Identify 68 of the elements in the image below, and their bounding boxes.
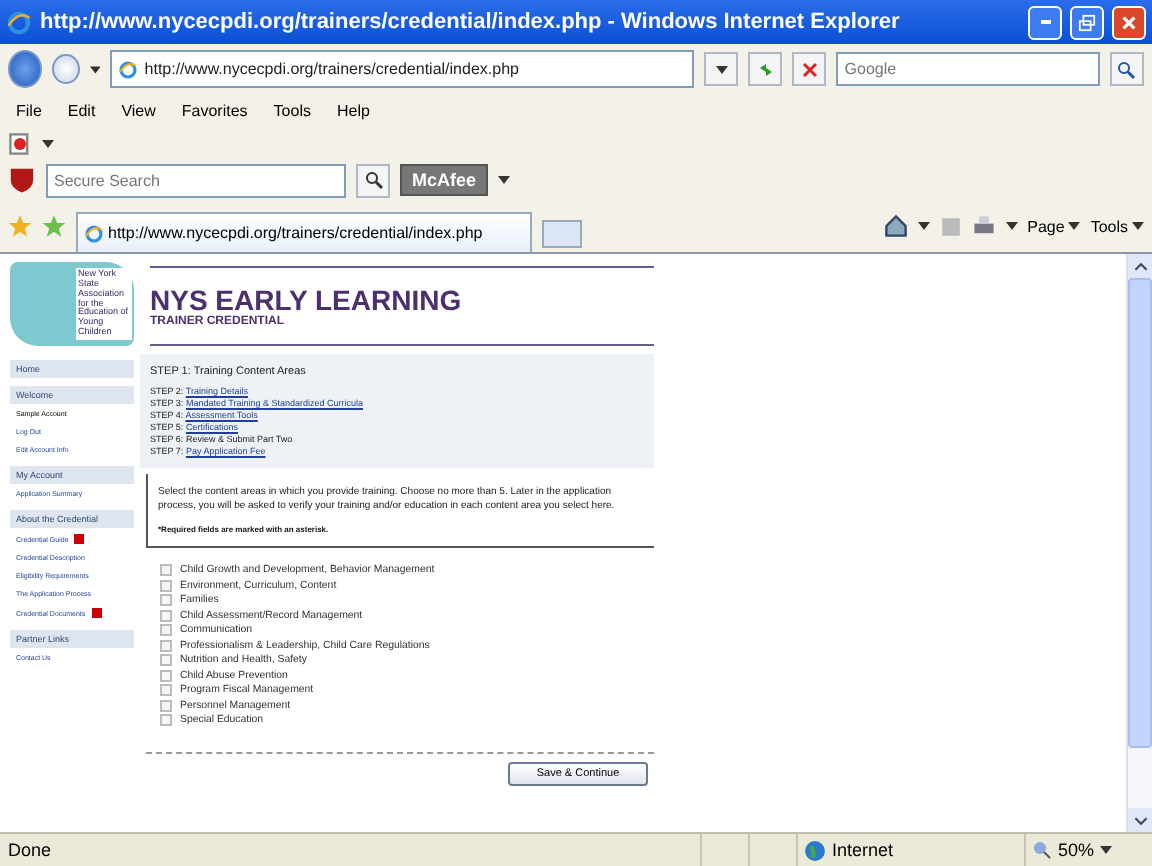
checkbox[interactable] (160, 564, 172, 577)
menu-item[interactable]: Help (328, 101, 378, 119)
caret-icon[interactable] (1005, 222, 1018, 230)
shield-icon (8, 166, 36, 194)
caret-icon[interactable] (42, 139, 54, 147)
close-button[interactable] (1112, 5, 1146, 39)
menu-item[interactable]: Tools (265, 101, 319, 119)
caret-icon[interactable] (1068, 222, 1081, 230)
command-menu-button[interactable]: Tools (1090, 217, 1144, 235)
menu-item[interactable]: File (8, 101, 50, 119)
zoom-level[interactable]: 50% (1058, 840, 1095, 860)
command-menu-button[interactable]: Page (1027, 217, 1081, 235)
ie-logo-icon (84, 223, 104, 243)
status-text: Done (6, 840, 54, 860)
checkbox[interactable] (160, 609, 172, 622)
url-text: http://www.nycecpdi.org/trainers/credential/index.php (144, 60, 519, 78)
checkbox[interactable] (160, 579, 172, 592)
stop-button[interactable] (792, 52, 827, 86)
browser-tab[interactable]: http://www.nycecpdi.org/trainers/credential/index.php (76, 211, 532, 253)
back-button[interactable] (8, 50, 43, 88)
checkbox[interactable] (160, 639, 172, 652)
checkbox[interactable] (160, 714, 172, 727)
caret-icon[interactable] (498, 176, 511, 184)
window-title: http://www.nycecpdi.org/trainers/credential/index.php - Windows Internet Explorer (40, 10, 902, 34)
close-icon (1120, 13, 1138, 31)
search-icon (1116, 59, 1137, 79)
caret-icon[interactable] (1132, 222, 1144, 230)
menu-item[interactable]: Edit (59, 101, 104, 119)
globe-icon (804, 839, 826, 861)
search-button[interactable] (1109, 52, 1144, 86)
checkbox[interactable] (160, 699, 172, 712)
home-icon[interactable] (883, 214, 908, 238)
refresh-button[interactable] (748, 52, 783, 86)
checkbox[interactable] (160, 624, 172, 637)
caret-icon[interactable] (1100, 846, 1113, 854)
site-title: NYS EARLY LEARNING (150, 284, 464, 316)
checkbox[interactable] (160, 669, 172, 682)
scrollbar[interactable] (1126, 254, 1152, 832)
checkbox[interactable] (160, 684, 172, 697)
search-field[interactable]: Google (836, 52, 1100, 86)
ie-logo-icon (6, 9, 32, 35)
menu-item[interactable]: Favorites (173, 101, 256, 119)
zoom-icon (1032, 840, 1052, 860)
minimize-button[interactable] (1028, 5, 1062, 39)
caret-icon[interactable] (715, 65, 728, 73)
ie-logo-icon (118, 59, 139, 79)
restore-icon (1078, 13, 1096, 31)
caret-icon[interactable] (917, 222, 930, 230)
menu-item[interactable]: View (113, 101, 164, 119)
zone-text: Internet (832, 840, 894, 860)
search-button[interactable] (356, 163, 390, 197)
scroll-up-icon (1133, 259, 1147, 273)
address-field[interactable]: http://www.nycecpdi.org/trainers/credential/index.php (110, 50, 695, 88)
forward-button[interactable] (52, 54, 80, 84)
checkbox[interactable] (160, 654, 172, 667)
close-icon (799, 59, 820, 79)
maximize-button[interactable] (1070, 5, 1104, 39)
star-icon[interactable] (8, 214, 32, 238)
minimize-icon (1039, 20, 1051, 24)
search-icon (363, 170, 383, 190)
refresh-icon (755, 59, 776, 79)
mcafee-button[interactable]: McAfee (400, 164, 489, 196)
checkbox[interactable] (160, 594, 172, 607)
caret-icon[interactable] (89, 65, 101, 73)
scroll-down-icon (1133, 813, 1147, 827)
dropdown-button[interactable] (704, 52, 739, 86)
secure-search-field[interactable]: Secure Search (46, 163, 346, 197)
printer-icon[interactable] (971, 214, 996, 238)
